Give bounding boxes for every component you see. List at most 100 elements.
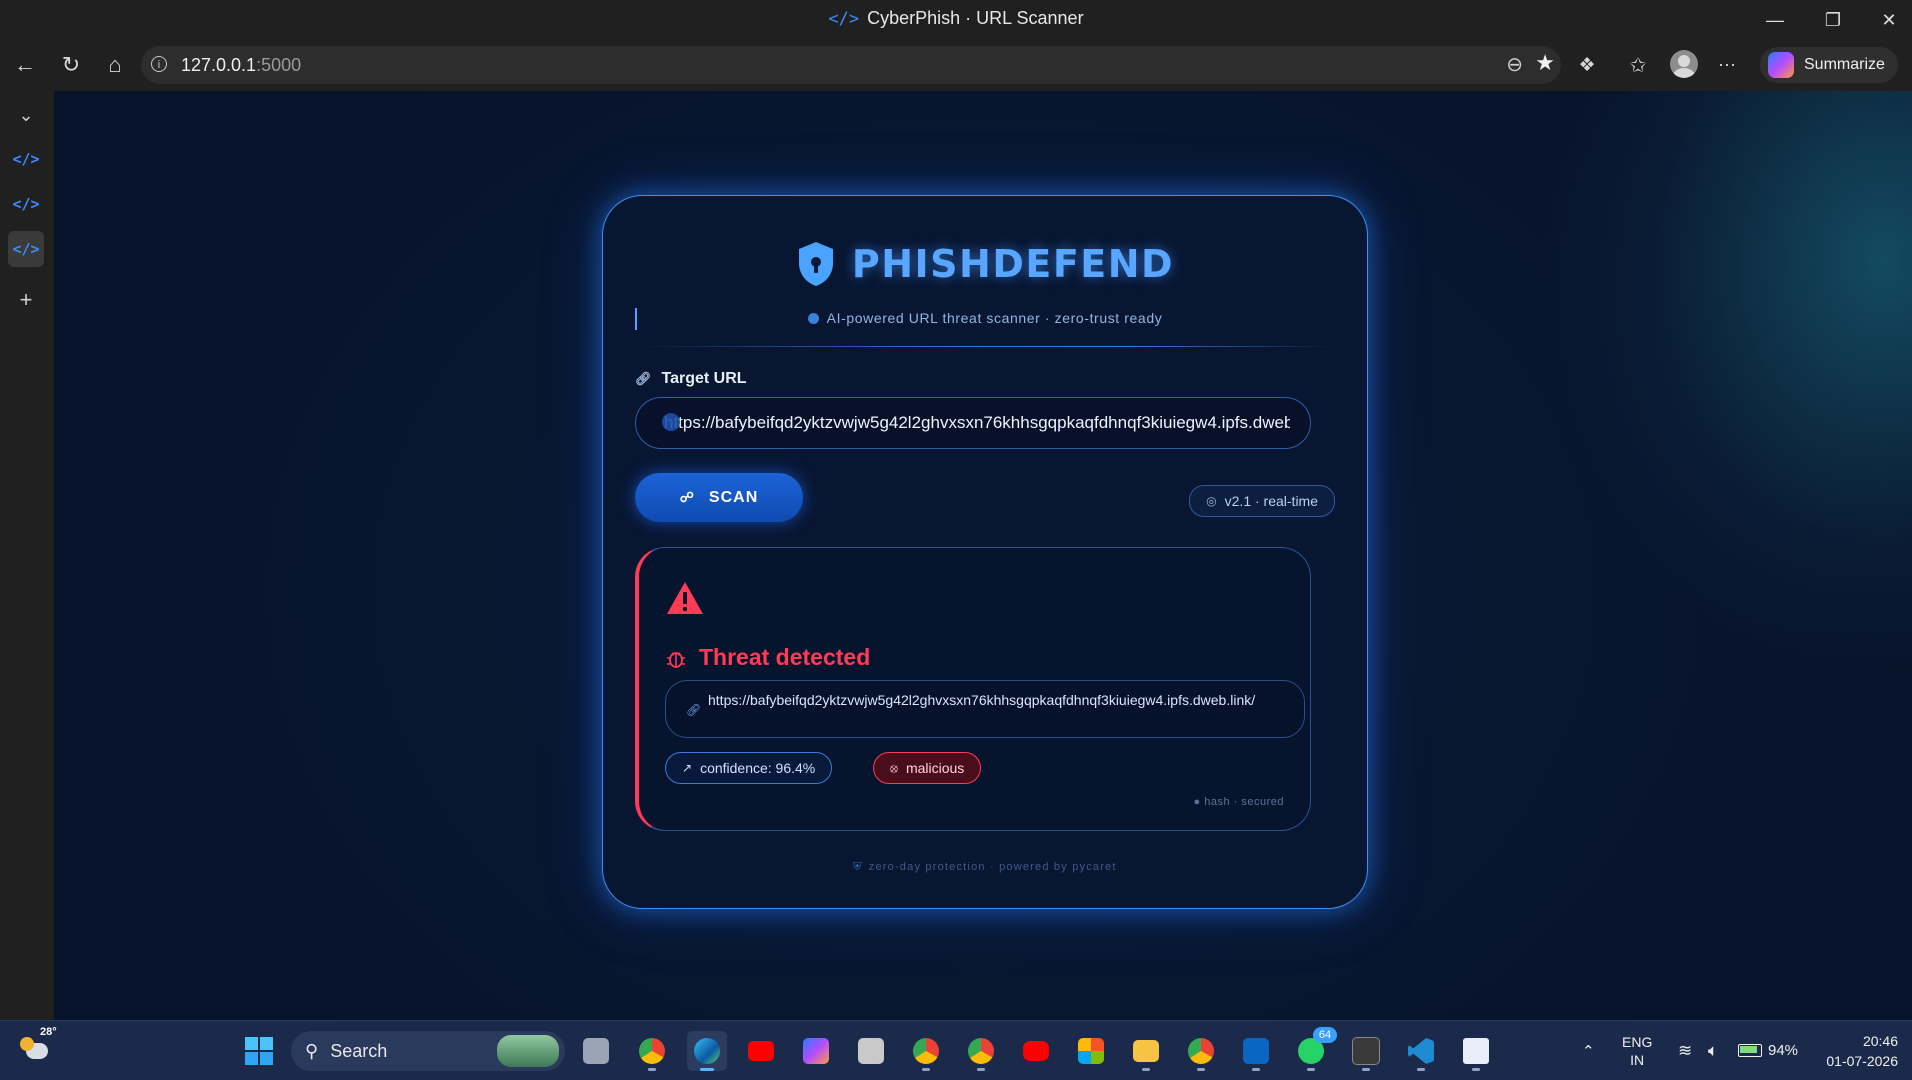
shield-check-icon: ☍ [679,489,695,505]
version-text: v2.1 · real-time [1224,493,1318,509]
scanned-url-text: https://bafybeifqd2yktzvwjw5g42l2ghvxsxn… [708,692,1256,708]
store-bag-icon[interactable] [851,1031,891,1071]
cursor-highlight [662,413,680,431]
footer-note: ⛨ zero-day protection · powered by pycare… [603,861,1367,874]
snipping-tool-icon[interactable] [1456,1031,1496,1071]
linkedin-icon[interactable] [1236,1031,1276,1071]
hash-note-text: hash · secured [1204,796,1284,808]
microsoft-store-icon[interactable] [1071,1031,1111,1071]
wifi-icon[interactable]: ≋ [1678,1021,1692,1080]
favorite-star-icon[interactable]: ★ [1535,50,1555,76]
tab-code-2[interactable]: </> [8,186,44,222]
trend-chart-icon: ↗ [682,761,693,775]
task-view-icon[interactable] [576,1031,616,1071]
copilot-icon [1768,52,1794,78]
edge-icon[interactable] [687,1031,727,1071]
address-url[interactable]: 127.0.0.1:5000 [181,55,301,76]
terminal-icon[interactable] [1346,1031,1386,1071]
profile-avatar[interactable] [1670,50,1698,78]
window-title-text: CyberPhish · URL Scanner [867,8,1084,28]
search-icon: ⚲ [305,1040,319,1061]
shield-lock-icon [798,242,833,286]
chrome-profile-2-icon[interactable] [961,1031,1001,1071]
battery-icon [1738,1044,1762,1057]
hash-note: ● hash · secured [1193,796,1284,808]
language-indicator[interactable]: ENG IN [1622,1021,1652,1080]
battery-percent: 94% [1768,1042,1799,1059]
refresh-icon[interactable]: ↻ [54,49,88,81]
tab-code-1[interactable]: </> [8,141,44,177]
chevron-down-icon[interactable]: ⌄ [8,97,44,133]
youtube-music-icon[interactable] [1016,1031,1056,1071]
clock[interactable]: 20:46 01-07-2026 [1818,1021,1898,1080]
url-host: 127.0.0.1 [181,55,257,75]
window-title: </> CyberPhish · URL Scanner [0,8,1912,29]
result-panel: Threat detected 🔗︎ https://bafybeifqd2yk… [635,547,1311,831]
target-url-label: 🔗︎ Target URL [635,370,747,388]
url-port: :5000 [256,55,302,75]
brand-name: PHISHDEFEND [851,242,1175,286]
page-viewport: PHISHDEFEND AI-powered URL threat scanne… [54,91,1912,1020]
whatsapp-icon[interactable]: 64 [1291,1027,1337,1071]
threat-status: Threat detected [665,644,870,671]
scanner-card: PHISHDEFEND AI-powered URL threat scanne… [602,195,1368,909]
target-url-label-text: Target URL [661,370,747,387]
minimize-button[interactable]: — [1752,4,1798,36]
lang-line1: ENG [1622,1033,1653,1050]
clock-time: 20:46 [1862,1032,1898,1049]
threat-status-text: Threat detected [699,644,871,670]
tab-code-3-active[interactable]: </> [8,231,44,267]
chrome-icon[interactable] [632,1031,672,1071]
clock-date: 01-07-2026 [1826,1052,1898,1069]
new-tab-plus-icon[interactable]: + [8,282,44,318]
taskbar: 28° ⚲ Search 64 ⌃ ENG IN ≋ 🔈︎ 94% 20:46 … [0,1020,1912,1080]
link-icon: 🔗︎ [635,371,652,386]
weather-temp: 28° [40,1026,57,1038]
battery-indicator[interactable]: 94% [1738,1021,1798,1080]
scanned-url-box: 🔗︎ https://bafybeifqd2yktzvwjw5g42l2ghvx… [665,680,1305,738]
link-icon: 🔗︎ [686,703,702,717]
start-button[interactable] [239,1031,279,1071]
scan-button[interactable]: ☍ SCAN [635,473,803,522]
confidence-text: confidence: 96.4% [700,760,816,776]
vscode-icon[interactable] [1401,1031,1441,1071]
confidence-badge: ↗ confidence: 96.4% [665,752,833,784]
site-info-icon[interactable]: i [151,56,167,72]
summarize-label: Summarize [1804,56,1885,73]
weather-icon [20,1037,48,1059]
verdict-badge: ⦻ malicious [873,752,982,784]
home-icon[interactable]: ⌂ [98,49,132,81]
globe-icon: ◎ [1206,494,1217,508]
chrome-profile-icon[interactable] [906,1031,946,1071]
scan-button-label: SCAN [708,488,759,506]
extensions-icon[interactable]: ❖ [1570,49,1604,81]
footer-text: zero-day protection · powered by pycaret [868,861,1117,873]
code-icon: </> [828,9,860,29]
copilot-icon[interactable] [796,1031,836,1071]
taskbar-search[interactable]: ⚲ Search [291,1031,565,1071]
show-hidden-icons[interactable]: ⌃ [1582,1021,1595,1080]
shield-off-icon: ⦻ [890,760,898,775]
url-input[interactable] [635,397,1311,449]
volume-icon[interactable]: 🔈︎ [1708,1021,1718,1080]
file-explorer-icon[interactable] [1126,1031,1166,1071]
more-options-icon[interactable]: ⋯ [1710,49,1744,81]
address-bar[interactable]: i 127.0.0.1:5000 ⊖ ★ [141,46,1561,84]
search-label: Search [330,1040,388,1061]
youtube-icon[interactable] [741,1031,781,1071]
close-button[interactable]: ✕ [1866,4,1912,36]
lang-line2: IN [1630,1051,1645,1068]
vertical-tabs-sidebar: ⌄ </> </> </> + [0,89,53,1020]
chrome-profile-3-icon[interactable] [1181,1031,1221,1071]
zoom-out-icon[interactable]: ⊖ [1506,52,1523,77]
brand-header: PHISHDEFEND [603,240,1367,288]
whatsapp-badge: 64 [1313,1027,1337,1043]
back-arrow-icon[interactable]: ← [8,49,42,81]
tagline-text: AI-powered URL threat scanner · zero-tru… [826,310,1163,326]
favorites-icon[interactable]: ✩ [1621,49,1655,81]
summarize-button[interactable]: Summarize [1760,47,1898,83]
windows-logo-icon [245,1037,273,1065]
restore-button[interactable]: ❐ [1810,4,1856,36]
shield-icon: ⛨ [853,861,863,873]
warning-triangle-icon [667,582,703,614]
